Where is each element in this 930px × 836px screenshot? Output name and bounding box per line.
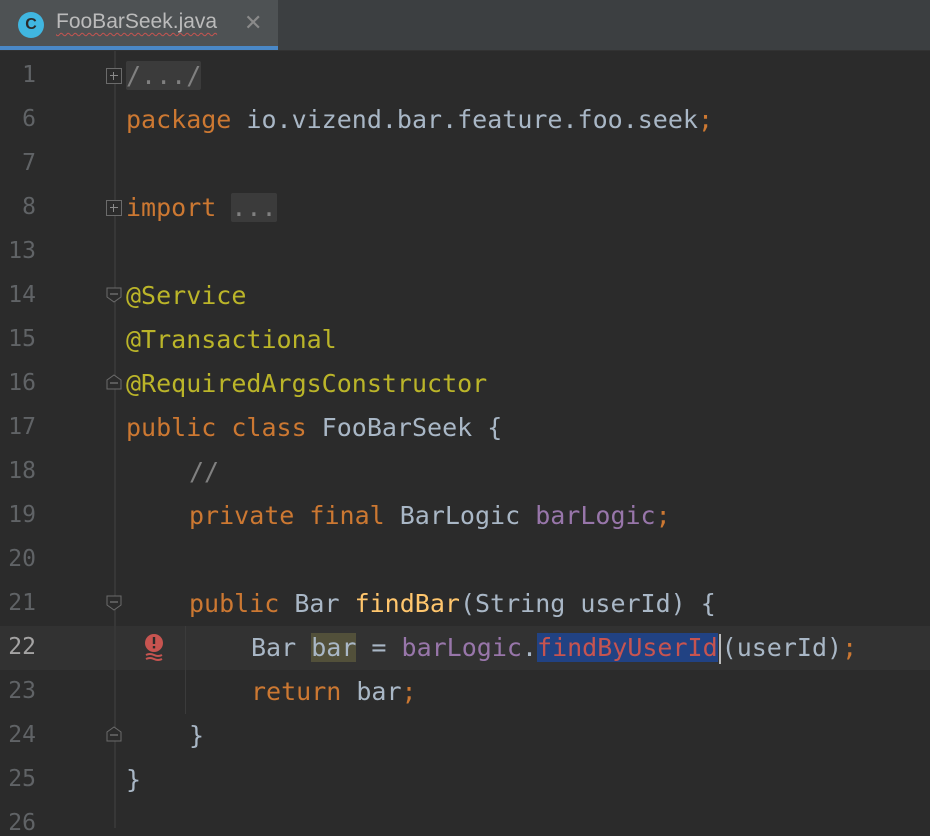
indent-guide xyxy=(185,626,186,714)
code-line-19[interactable]: private final BarLogic barLogic; xyxy=(189,494,671,538)
class-icon: C xyxy=(18,12,44,38)
line-number: 16 xyxy=(8,370,36,396)
line-number: 21 xyxy=(8,590,36,616)
line-number: 17 xyxy=(8,414,36,440)
line-number: 7 xyxy=(22,150,36,176)
keyword: public xyxy=(189,589,280,618)
line-number: 18 xyxy=(8,458,36,484)
editor-tab-bar: C FooBarSeek.java ✕ xyxy=(0,0,930,51)
dot: . xyxy=(521,633,538,662)
keyword: private final xyxy=(189,501,385,530)
file-tab[interactable]: C FooBarSeek.java ✕ xyxy=(0,0,278,50)
line-number: 19 xyxy=(8,502,36,528)
semicolon: ; xyxy=(697,105,714,134)
close-icon[interactable]: ✕ xyxy=(244,10,262,36)
error-icon[interactable] xyxy=(144,632,164,662)
line-number: 1 xyxy=(22,62,36,88)
collapse-fold-icon[interactable] xyxy=(106,287,122,303)
line-number: 8 xyxy=(22,194,36,220)
line-number: 13 xyxy=(8,238,36,264)
current-line-number: 22 xyxy=(8,634,36,660)
return-value: bar xyxy=(341,677,402,706)
code-line-18[interactable]: // xyxy=(189,450,219,494)
semicolon: ; xyxy=(655,501,671,530)
class-declaration: FooBarSeek { xyxy=(306,413,503,442)
code-line-21[interactable]: public Bar findBar(String userId) { xyxy=(189,582,716,626)
code-line-8[interactable]: import ... xyxy=(126,186,277,230)
field-reference: barLogic xyxy=(401,633,522,662)
type-name: Bar xyxy=(251,633,312,662)
expand-fold-icon[interactable] xyxy=(106,200,122,216)
package-name: io.vizend.bar.feature.foo.seek xyxy=(231,105,698,134)
code-line-16[interactable]: @RequiredArgsConstructor xyxy=(126,362,487,406)
code-line-24[interactable]: } xyxy=(189,714,204,758)
line-number: 23 xyxy=(8,678,36,704)
variable-highlight: bar xyxy=(311,633,357,662)
method-name: findBar xyxy=(354,589,460,618)
expand-fold-icon[interactable] xyxy=(106,68,122,84)
code-line-17[interactable]: public class FooBarSeek { xyxy=(126,406,502,450)
keyword: public class xyxy=(126,413,307,442)
unresolved-method-selection[interactable]: findByUserId xyxy=(537,633,718,662)
line-number: 20 xyxy=(8,546,36,572)
line-number: 6 xyxy=(22,106,36,132)
code-line-15[interactable]: @Transactional xyxy=(126,318,337,362)
line-number: 25 xyxy=(8,766,36,792)
semicolon: ; xyxy=(842,633,858,662)
fold-end-icon[interactable] xyxy=(106,726,122,742)
tab-file-name[interactable]: FooBarSeek.java xyxy=(56,10,217,34)
code-line-22[interactable]: Bar bar = barLogic.findByUserId (userId); xyxy=(251,626,857,670)
code-line-1[interactable]: /.../ xyxy=(126,54,202,98)
return-type: Bar xyxy=(279,589,355,618)
line-number: 24 xyxy=(8,722,36,748)
text-caret xyxy=(718,634,721,664)
folded-region[interactable]: /.../ xyxy=(126,61,202,90)
fold-end-icon[interactable] xyxy=(106,374,122,390)
folded-imports[interactable]: ... xyxy=(231,193,277,222)
code-line-23[interactable]: return bar; xyxy=(251,670,417,714)
line-number: 14 xyxy=(8,282,36,308)
field-name: barLogic xyxy=(535,501,656,530)
gutter-divider xyxy=(114,51,116,828)
call-args: (userId) xyxy=(721,633,843,662)
keyword: import xyxy=(126,193,217,222)
active-tab-indicator xyxy=(0,46,278,50)
code-line-6[interactable]: package io.vizend.bar.feature.foo.seek; xyxy=(126,98,713,142)
semicolon: ; xyxy=(401,677,417,706)
code-line-14[interactable]: @Service xyxy=(126,274,246,318)
keyword: package xyxy=(126,105,232,134)
code-line-25[interactable]: } xyxy=(126,758,141,802)
keyword: return xyxy=(251,677,342,706)
type-name: BarLogic xyxy=(384,501,536,530)
line-number: 15 xyxy=(8,326,36,352)
assign-operator: = xyxy=(356,633,402,662)
method-params: (String userId) { xyxy=(459,589,716,618)
line-number: 26 xyxy=(8,810,36,836)
collapse-fold-icon[interactable] xyxy=(106,595,122,611)
